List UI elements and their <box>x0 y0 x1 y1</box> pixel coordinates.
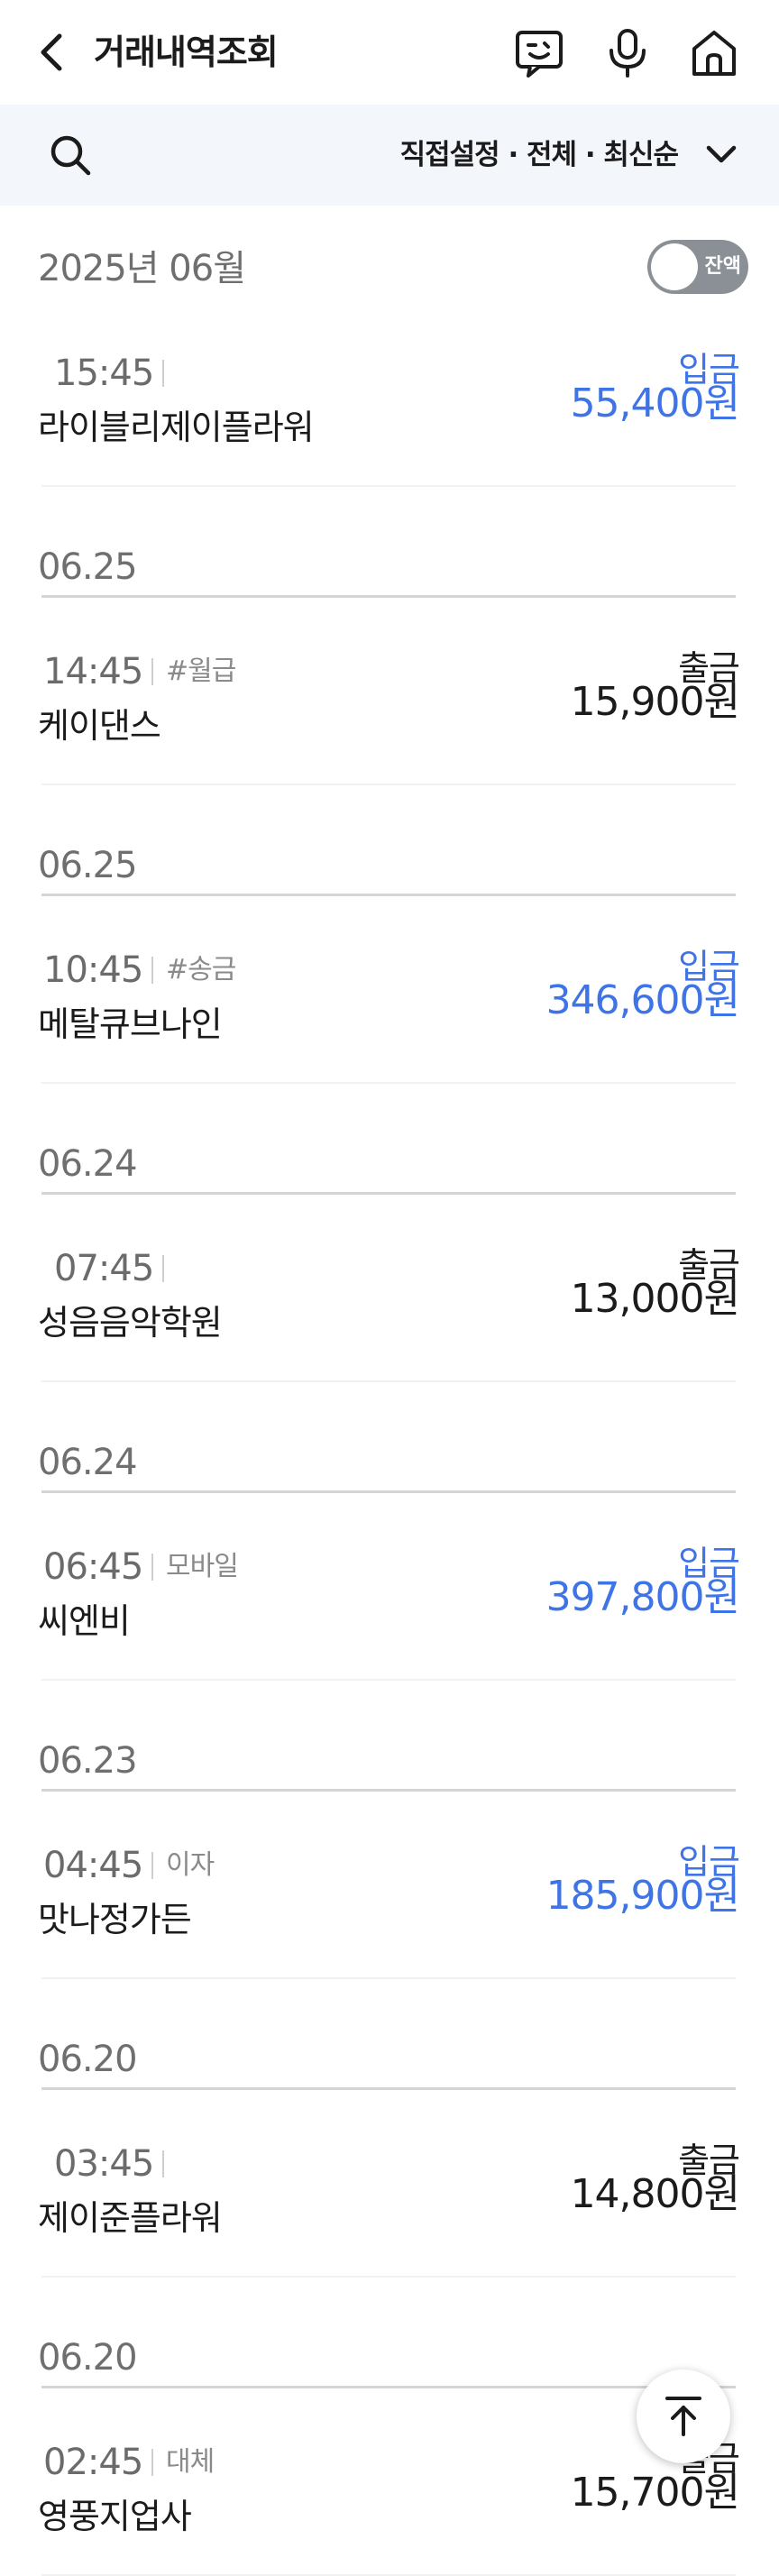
transaction-tag[interactable]: 모바일 <box>166 1542 239 1592</box>
transaction-time: 04:45 <box>43 1845 143 1886</box>
merchant-name[interactable]: 영풍지업사 <box>38 2491 192 2542</box>
chatbot-icon[interactable] <box>512 25 566 79</box>
date-divider <box>41 2386 736 2388</box>
date-header: 06.25 <box>38 546 138 588</box>
transaction-tag[interactable]: 대체 <box>166 2437 215 2488</box>
back-icon[interactable] <box>34 31 70 74</box>
arrow-up-icon <box>665 2397 701 2436</box>
row-divider <box>41 1380 736 1382</box>
time-separator <box>151 1554 153 1581</box>
transaction-tag[interactable]: #월급 <box>166 646 236 697</box>
merchant-name[interactable]: 맛나정가든 <box>38 1894 192 1945</box>
scroll-to-top-button[interactable] <box>637 2370 730 2463</box>
date-divider <box>41 1789 736 1792</box>
home-icon[interactable] <box>687 25 741 79</box>
chevron-down-icon[interactable] <box>703 141 739 170</box>
transaction-time: 02:45 <box>43 2442 143 2483</box>
time-separator <box>162 360 164 387</box>
time-separator <box>151 658 153 685</box>
filter-bar: 직접설정 · 전체 · 최신순 <box>0 105 779 206</box>
microphone-icon[interactable] <box>600 25 655 79</box>
row-divider <box>41 2276 736 2278</box>
date-header: 06.20 <box>38 2337 138 2379</box>
row-divider <box>41 1679 736 1681</box>
merchant-name[interactable]: 씨엔비 <box>38 1596 131 1646</box>
transaction-time: 10:45 <box>43 949 143 991</box>
transaction-time: 07:45 <box>54 1248 154 1289</box>
date-header: 06.24 <box>38 1442 138 1483</box>
date-header: 06.23 <box>38 1740 138 1782</box>
date-header: 06.24 <box>38 1143 138 1185</box>
app-header: 거래내역조회 <box>0 0 779 105</box>
transaction-time: 15:45 <box>54 353 154 394</box>
time-separator <box>151 1852 153 1879</box>
filter-summary[interactable]: 직접설정 · 전체 · 최신순 <box>400 132 679 179</box>
toggle-knob <box>651 243 698 290</box>
transaction-amount: 15,900원 <box>570 679 740 725</box>
time-separator <box>162 2150 164 2177</box>
transaction-tag[interactable]: #송금 <box>166 945 236 995</box>
balance-toggle[interactable]: 잔액 <box>647 240 748 294</box>
transaction-amount: 15,700원 <box>570 2470 740 2516</box>
merchant-name[interactable]: 케이댄스 <box>38 701 161 751</box>
merchant-name[interactable]: 성음음악학원 <box>38 1297 223 1348</box>
date-divider <box>41 1192 736 1195</box>
row-divider <box>41 1082 736 1084</box>
transaction-time: 03:45 <box>54 2143 154 2185</box>
transaction-amount: 14,800원 <box>570 2171 740 2217</box>
date-header: 06.20 <box>38 2039 138 2080</box>
transaction-amount: 346,600원 <box>545 977 740 1023</box>
row-divider <box>41 485 736 487</box>
merchant-name[interactable]: 라이블리제이플라워 <box>38 402 315 453</box>
transaction-amount: 397,800원 <box>545 1574 740 1620</box>
transaction-amount: 185,900원 <box>545 1873 740 1919</box>
transaction-time: 06:45 <box>43 1546 143 1588</box>
page-title: 거래내역조회 <box>94 32 279 72</box>
balance-toggle-label: 잔액 <box>704 255 741 278</box>
merchant-name[interactable]: 제이준플라워 <box>38 2193 223 2243</box>
transaction-amount: 13,000원 <box>570 1276 740 1322</box>
date-divider <box>41 1490 736 1493</box>
date-header: 06.25 <box>38 845 138 886</box>
time-separator <box>151 957 153 984</box>
month-label: 2025년 06월 <box>38 248 246 289</box>
row-divider <box>41 784 736 785</box>
transaction-time: 14:45 <box>43 651 143 692</box>
date-divider <box>41 595 736 598</box>
time-separator <box>151 2449 153 2476</box>
merchant-name[interactable]: 메탈큐브나인 <box>38 999 223 1050</box>
row-divider <box>41 1977 736 1979</box>
transaction-amount: 55,400원 <box>570 380 740 426</box>
date-divider <box>41 894 736 896</box>
search-icon[interactable] <box>47 132 94 179</box>
date-divider <box>41 2087 736 2090</box>
time-separator <box>162 1255 164 1282</box>
transaction-tag[interactable]: 이자 <box>166 1840 215 1891</box>
